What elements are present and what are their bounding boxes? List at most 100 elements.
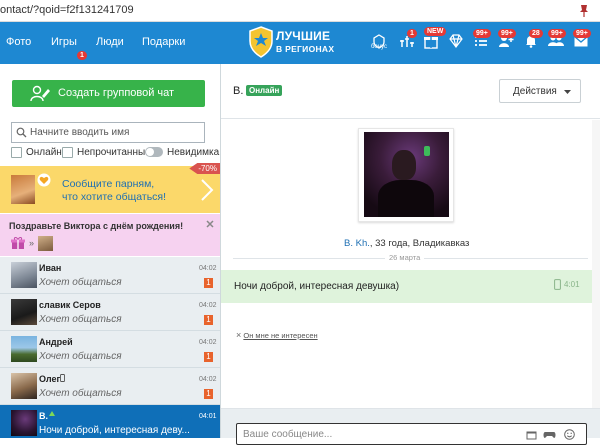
profile-name-link[interactable]: В. Kh.	[344, 238, 370, 249]
invisible-toggle[interactable]	[145, 147, 163, 158]
conversation-row[interactable]: славик Серов Хочет общаться 04:02 1	[0, 294, 220, 331]
nav-link-games[interactable]: Игры	[51, 36, 77, 48]
unread-count: 1	[204, 278, 213, 288]
emoji-icon[interactable]	[564, 429, 575, 440]
invisible-label: Невидимка	[167, 147, 220, 158]
avatar	[11, 410, 37, 436]
profile-photo-image	[364, 132, 449, 217]
birthday-avatar[interactable]	[38, 236, 53, 251]
birthday-text: Поздравьте Виктора с днём рождения!	[9, 221, 184, 231]
site-logo[interactable]: ЛУЧШИЕ В РЕГИОНАХ	[248, 25, 343, 61]
gamepad-icon[interactable]	[543, 429, 556, 440]
messages-badge: 99+	[573, 29, 591, 38]
date-label: 26 марта	[385, 253, 425, 262]
online-status-badge: Онлайн	[246, 85, 283, 96]
guests-badge: 99+	[548, 29, 566, 38]
group-chat-icon	[30, 85, 50, 102]
friend-add-badge: 99+	[498, 29, 516, 38]
create-group-chat-button[interactable]: Создать групповой чат	[12, 80, 205, 107]
filter-unread[interactable]: Непрочитанные	[62, 147, 151, 161]
contact-search	[11, 122, 205, 143]
conversation-row[interactable]: Иван Хочет общаться 04:02 1	[0, 257, 220, 294]
unread-count: 1	[204, 315, 213, 325]
logo-subtitle: В РЕГИОНАХ	[276, 44, 335, 54]
profile-info: В. Kh., 33 года, Владикавказ	[344, 238, 469, 249]
nav-link-gifts[interactable]: Подарки	[142, 36, 185, 48]
conversation-row-active[interactable]: В. Ночи доброй, интересная деву... 04:01	[0, 405, 220, 438]
compose-box	[236, 423, 587, 445]
online-checkbox[interactable]	[11, 147, 22, 158]
promo-text: Сообщите парням, что хотите общаться!	[62, 178, 166, 204]
unread-checkbox[interactable]	[62, 147, 73, 158]
create-group-chat-label: Создать групповой чат	[58, 87, 175, 99]
not-interested-link[interactable]: × Он мне не интересен	[236, 330, 318, 340]
nav-link-photo[interactable]: Фото	[6, 36, 31, 48]
logo-title: ЛУЧШИЕ	[276, 29, 331, 43]
conversation-time: 04:02	[199, 302, 217, 309]
conversation-name: В.	[39, 411, 48, 421]
unread-count: 1	[204, 352, 213, 362]
conversation-message: Ночи доброй, интересная деву...	[39, 425, 190, 436]
games-badge: 1	[77, 51, 87, 60]
arrow-glyph: »	[29, 238, 35, 248]
promo-line1: Сообщите парням,	[62, 178, 155, 190]
search-input[interactable]	[30, 125, 200, 140]
birthday-banner[interactable]: Поздравьте Виктора с днём рождения! »	[0, 214, 220, 256]
actions-dropdown[interactable]: Действия	[499, 79, 581, 103]
conversation-message: Хочет общаться	[39, 388, 122, 399]
message-bubble[interactable]: Ночи доброй, интересная девушка) 4:01	[221, 270, 592, 303]
avatar	[11, 262, 37, 288]
nav-link-people[interactable]: Люди	[96, 36, 124, 48]
chevron-right-icon[interactable]	[200, 178, 214, 202]
conversation-time: 04:01	[199, 413, 217, 420]
message-text: Ночи доброй, интересная девушка)	[234, 281, 400, 292]
url-text[interactable]: ontact/?qoid=f2f131241709	[0, 4, 134, 16]
conversation-row[interactable]: Андрей Хочет общаться 04:02 1	[0, 331, 220, 368]
chat-contact-name[interactable]: В.	[233, 85, 243, 97]
conversation-time: 04:02	[199, 339, 217, 346]
mobile-icon	[554, 279, 561, 290]
conversation-time: 04:02	[199, 265, 217, 272]
message-time: 4:01	[564, 280, 580, 289]
close-icon[interactable]	[205, 219, 215, 229]
chat-pane	[221, 64, 600, 438]
unread-count: 1	[204, 389, 213, 399]
chat-scrollbar[interactable]	[592, 120, 600, 410]
conversation-name: Андрей	[39, 337, 73, 347]
gift-box-icon	[11, 237, 25, 249]
online-indicator-icon	[49, 411, 55, 416]
diamond-icon[interactable]	[448, 33, 464, 49]
profile-photo[interactable]	[358, 128, 454, 222]
conversation-name: Иван	[39, 263, 62, 273]
profile-details: , 33 года, Владикавказ	[369, 238, 470, 249]
online-label: Онлайн	[26, 147, 62, 159]
promo-avatar	[11, 175, 35, 204]
conversation-row[interactable]: Олег Хочет общаться 04:02 1	[0, 368, 220, 405]
unread-label: Непрочитанные	[77, 147, 151, 159]
avatar	[11, 336, 37, 362]
list-badge: 99+	[473, 29, 491, 38]
conversation-time: 04:02	[199, 376, 217, 383]
conversation-message: Хочет общаться	[39, 277, 122, 288]
conversation-name: славик Серов	[39, 300, 101, 310]
avatar	[11, 299, 37, 325]
conversation-name: Олег	[39, 374, 61, 384]
actions-label: Действия	[513, 86, 557, 97]
attach-gift-icon[interactable]	[526, 429, 537, 440]
promo-line2: что хотите общаться!	[62, 191, 167, 203]
compose-area	[221, 408, 600, 445]
search-icon	[16, 127, 27, 138]
bonus-label: бонус	[371, 44, 388, 50]
message-input[interactable]	[243, 427, 513, 442]
shield-logo-icon	[249, 26, 273, 58]
heart-icon	[37, 173, 51, 187]
filter-online[interactable]: Онлайн	[11, 147, 62, 161]
pin-icon[interactable]	[578, 4, 590, 18]
browser-address-bar[interactable]: ontact/?qoid=f2f131241709	[0, 0, 600, 22]
notification-badge: 28	[529, 29, 543, 38]
conversation-message: Хочет общаться	[39, 351, 122, 362]
filter-invisible[interactable]: Невидимка	[145, 147, 219, 161]
chat-header: В. Онлайн Действия	[221, 64, 600, 119]
promo-banner[interactable]: Сообщите парням, что хотите общаться! -7…	[0, 163, 220, 213]
caret-down-icon	[564, 90, 571, 94]
